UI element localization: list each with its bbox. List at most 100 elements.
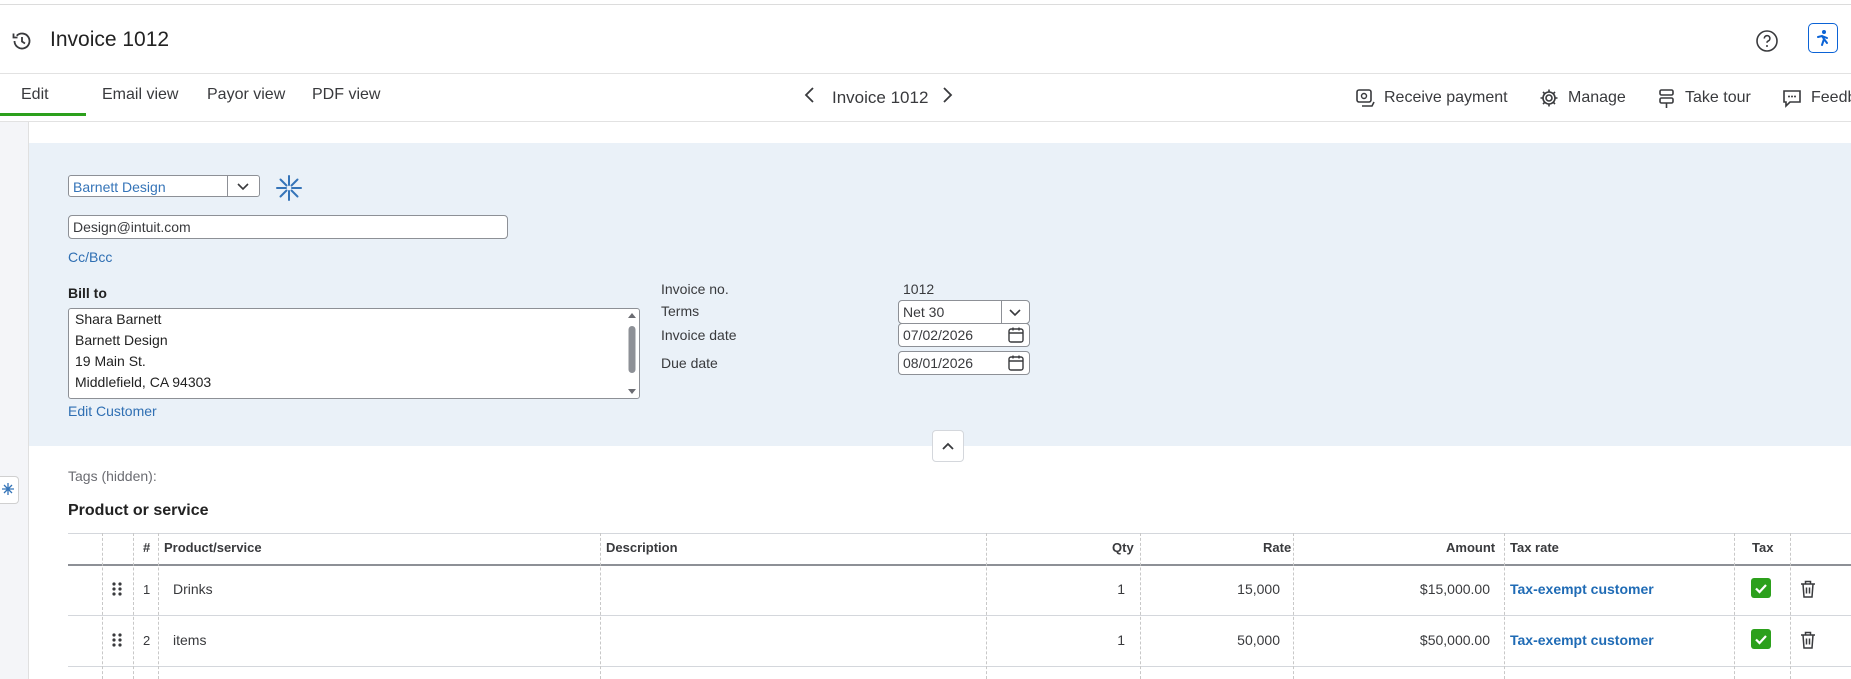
- active-tab-indicator: [0, 113, 86, 116]
- terms-value: Net 30: [903, 304, 945, 320]
- tags-label[interactable]: Tags (hidden):: [68, 468, 157, 484]
- feedback-button[interactable]: Feedb: [1781, 87, 1851, 109]
- invoice-no-label: Invoice no.: [661, 281, 729, 297]
- cc-bcc-link[interactable]: Cc/Bcc: [68, 249, 112, 265]
- feedback-label: Feedb: [1811, 89, 1851, 106]
- receive-payment-button[interactable]: Receive payment: [1354, 87, 1508, 109]
- product-table: [68, 534, 1851, 679]
- check-icon: [1755, 584, 1767, 594]
- invoice-date-value: 07/02/2026: [903, 327, 974, 343]
- receive-payment-icon: [1356, 89, 1375, 107]
- col-header-tax: Tax: [1752, 540, 1774, 555]
- customer-select[interactable]: Barnett Design: [68, 175, 260, 197]
- next-invoice-icon[interactable]: [940, 86, 954, 109]
- tab-email-view[interactable]: Email view: [102, 86, 178, 104]
- row-amount[interactable]: $50,000.00: [1340, 632, 1490, 648]
- invoice-date-label: Invoice date: [661, 327, 737, 343]
- row-divider: [68, 615, 1851, 616]
- row-divider: [68, 666, 1851, 667]
- tab-payor-view[interactable]: Payor view: [207, 86, 285, 104]
- ai-assistant-button[interactable]: [1808, 23, 1838, 53]
- feedback-icon: [1783, 90, 1801, 108]
- column-separator: [133, 533, 134, 679]
- row-rate[interactable]: 15,000: [1180, 581, 1280, 597]
- row-product[interactable]: items: [173, 632, 206, 648]
- col-header-rate: Rate: [1263, 540, 1292, 555]
- ai-sparkle-icon[interactable]: [275, 174, 303, 207]
- receive-payment-label: Receive payment: [1384, 89, 1508, 106]
- drag-handle-icon[interactable]: [110, 581, 124, 602]
- delete-row-icon[interactable]: [1799, 630, 1817, 655]
- collapse-panel-button[interactable]: [932, 430, 964, 462]
- invoice-navigator-label: Invoice 1012: [832, 88, 929, 107]
- page-title: Invoice 1012: [50, 28, 170, 51]
- column-separator: [600, 533, 601, 679]
- history-icon[interactable]: [10, 29, 34, 53]
- invoice-no-value: 1012: [903, 281, 935, 297]
- product-section-title: Product or service: [68, 502, 209, 519]
- sparkle-icon: [2, 483, 14, 495]
- ai-side-button[interactable]: [0, 476, 19, 504]
- col-header-num: #: [143, 540, 151, 555]
- bill-to-line-name: Shara Barnett: [75, 311, 162, 327]
- tax-checkbox[interactable]: [1751, 578, 1771, 598]
- bill-to-address-field[interactable]: Shara Barnett Barnett Design 19 Main St.…: [68, 308, 640, 399]
- due-date-label: Due date: [661, 355, 718, 371]
- table-top-border: [68, 533, 1851, 534]
- select-divider: [227, 176, 228, 196]
- tab-pdf-view[interactable]: PDF view: [312, 86, 380, 104]
- customer-email-field[interactable]: Design@intuit.com: [68, 215, 508, 239]
- drag-handle-icon[interactable]: [110, 632, 124, 653]
- chevron-up-icon: [942, 442, 954, 450]
- row-amount[interactable]: $15,000.00: [1340, 581, 1490, 597]
- row-tax-rate-link[interactable]: Tax-exempt customer: [1510, 581, 1654, 597]
- row-rate[interactable]: 50,000: [1180, 632, 1280, 648]
- invoice-date-field[interactable]: 07/02/2026: [898, 323, 1030, 347]
- row-number: 1: [143, 582, 151, 597]
- previous-invoice-icon[interactable]: [803, 86, 817, 109]
- manage-button[interactable]: Manage: [1538, 87, 1626, 109]
- edit-customer-link[interactable]: Edit Customer: [68, 403, 157, 419]
- calendar-icon[interactable]: [1007, 354, 1025, 377]
- column-separator: [1790, 533, 1791, 679]
- bill-to-line-street: 19 Main St.: [75, 353, 146, 369]
- due-date-field[interactable]: 08/01/2026: [898, 351, 1030, 375]
- chevron-down-icon[interactable]: [235, 178, 251, 199]
- column-separator: [986, 533, 987, 679]
- column-separator: [1734, 533, 1735, 679]
- tax-checkbox[interactable]: [1751, 629, 1771, 649]
- row-number: 2: [143, 633, 151, 648]
- row-tax-rate-link[interactable]: Tax-exempt customer: [1510, 632, 1654, 648]
- page-header: [0, 5, 1851, 74]
- col-header-amount: Amount: [1446, 540, 1496, 555]
- select-divider: [1001, 301, 1002, 323]
- column-separator: [102, 533, 103, 679]
- terms-select[interactable]: Net 30: [898, 300, 1030, 324]
- col-header-qty: Qty: [1112, 540, 1134, 555]
- manage-label: Manage: [1568, 89, 1626, 106]
- row-qty[interactable]: 1: [1040, 581, 1125, 597]
- take-tour-label: Take tour: [1685, 89, 1751, 106]
- tabs-divider: [0, 121, 1851, 122]
- row-qty[interactable]: 1: [1040, 632, 1125, 648]
- take-tour-button[interactable]: Take tour: [1657, 87, 1751, 109]
- table-header-border: [68, 564, 1851, 566]
- column-separator: [158, 533, 159, 679]
- customer-select-value: Barnett Design: [73, 179, 166, 195]
- due-date-value: 08/01/2026: [903, 355, 974, 371]
- calendar-icon[interactable]: [1007, 326, 1025, 349]
- delete-row-icon[interactable]: [1799, 579, 1817, 604]
- gear-icon: [1540, 89, 1558, 107]
- check-icon: [1755, 635, 1767, 645]
- col-header-tax-rate: Tax rate: [1510, 540, 1559, 555]
- terms-label: Terms: [661, 303, 700, 319]
- col-header-description: Description: [606, 540, 678, 555]
- row-product[interactable]: Drinks: [173, 581, 213, 597]
- tab-edit[interactable]: Edit: [21, 86, 49, 104]
- bill-to-scrollbar[interactable]: [627, 312, 637, 395]
- help-icon[interactable]: [1754, 28, 1780, 54]
- signpost-icon: [1659, 89, 1674, 108]
- bill-to-line-city: Middlefield, CA 94303: [75, 374, 212, 390]
- customer-email-value: Design@intuit.com: [73, 219, 191, 235]
- col-header-product: Product/service: [164, 540, 262, 555]
